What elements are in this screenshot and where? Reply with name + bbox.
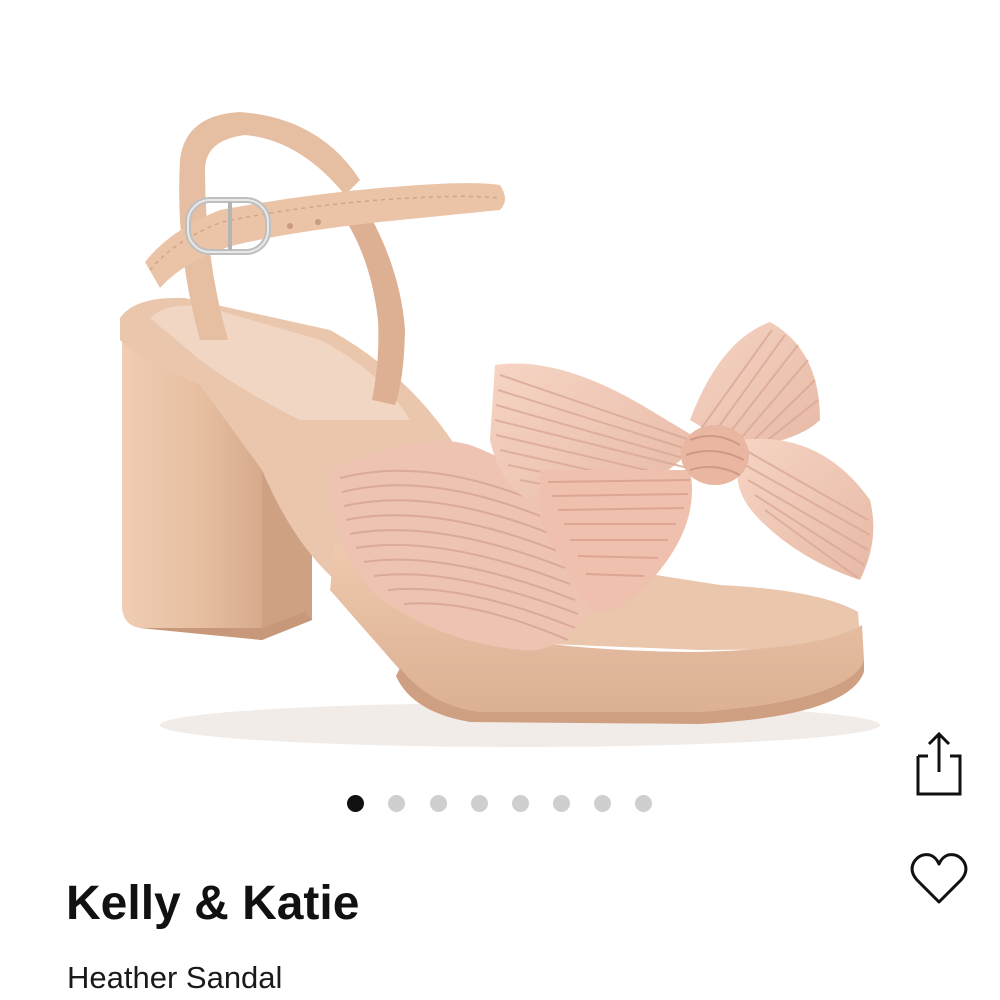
share-button[interactable]: [908, 728, 970, 798]
product-image[interactable]: [0, 0, 1000, 770]
image-carousel-indicator: [0, 795, 1000, 815]
favorite-button[interactable]: [908, 850, 970, 908]
heart-icon: [910, 853, 968, 904]
product-detail-page: Kelly & Katie Heather Sandal: [0, 0, 1000, 1000]
carousel-dot-1[interactable]: [347, 795, 364, 812]
share-icon: [916, 731, 962, 796]
product-name: Heather Sandal: [67, 960, 283, 995]
brand-name[interactable]: Kelly & Katie: [66, 876, 359, 931]
carousel-dot-6[interactable]: [553, 795, 570, 812]
sandal-illustration: [120, 112, 880, 747]
carousel-dot-8[interactable]: [635, 795, 652, 812]
carousel-dot-4[interactable]: [471, 795, 488, 812]
carousel-dot-2[interactable]: [388, 795, 405, 812]
carousel-dot-3[interactable]: [430, 795, 447, 812]
carousel-dot-5[interactable]: [512, 795, 529, 812]
carousel-dot-7[interactable]: [594, 795, 611, 812]
